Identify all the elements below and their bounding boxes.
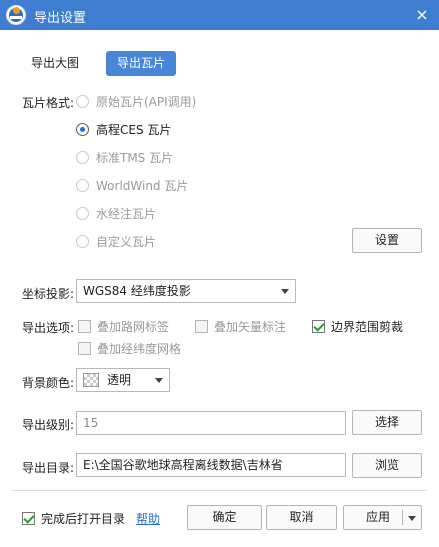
tab-export-map[interactable]: 导出大图: [22, 51, 88, 76]
projection-value: WGS84 经纬度投影: [83, 284, 191, 298]
browse-button[interactable]: 浏览: [352, 453, 422, 478]
export-level-label: 导出级别:: [22, 418, 75, 432]
checkbox-icon: [22, 511, 35, 525]
radio-label: WorldWind 瓦片: [96, 178, 189, 193]
radio-label: 原始瓦片(API调用): [96, 94, 197, 109]
radio-ces-tiles[interactable]: 高程CES 瓦片: [76, 120, 171, 138]
radio-shuijingzhu-tiles[interactable]: 水经注瓦片: [76, 204, 156, 222]
radio-label: 自定义瓦片: [96, 234, 157, 249]
title-bar: 导出设置 ×: [0, 0, 439, 30]
radio-raw-tiles[interactable]: 原始瓦片(API调用): [76, 92, 196, 110]
radio-icon: [76, 150, 89, 164]
radio-label: 高程CES 瓦片: [96, 122, 172, 137]
select-level-button[interactable]: 选择: [352, 410, 422, 435]
chevron-down-icon[interactable]: [408, 516, 416, 521]
ok-button[interactable]: 确定: [187, 505, 262, 530]
split-separator: [402, 510, 403, 525]
radio-icon: [76, 234, 89, 248]
help-link[interactable]: 帮助: [136, 510, 160, 527]
checkbox-label: 叠加矢量标注: [214, 319, 287, 334]
checkbox-label: 完成后打开目录: [41, 511, 126, 526]
apply-label: 应用: [366, 510, 391, 524]
tile-format-label: 瓦片格式:: [22, 96, 75, 110]
checkbox-icon: [78, 341, 91, 355]
settings-button[interactable]: 设置: [352, 228, 422, 253]
radio-custom-tiles[interactable]: 自定义瓦片: [76, 232, 156, 250]
chevron-down-icon: [155, 378, 163, 383]
checkbox-label: 叠加路网标签: [97, 319, 170, 334]
radio-worldwind-tiles[interactable]: WorldWind 瓦片: [76, 176, 188, 194]
apply-button[interactable]: 应用: [343, 505, 422, 530]
chevron-down-icon: [281, 289, 289, 294]
cancel-button[interactable]: 取消: [266, 505, 337, 530]
app-logo-icon: [6, 5, 26, 25]
background-color-label: 背景颜色:: [22, 376, 75, 390]
radio-label: 水经注瓦片: [96, 206, 157, 221]
checkbox-icon: [195, 319, 208, 333]
background-color-select[interactable]: 透明: [76, 368, 170, 392]
background-color-value: 透明: [107, 373, 132, 387]
projection-select[interactable]: WGS84 经纬度投影: [76, 279, 296, 303]
close-icon[interactable]: ×: [413, 6, 431, 24]
radio-icon: [76, 206, 89, 220]
export-level-input[interactable]: 15: [76, 411, 346, 435]
checkbox-icon: [78, 319, 91, 333]
checkbox-road-labels[interactable]: 叠加路网标签: [78, 318, 169, 334]
export-directory-input[interactable]: E:\全国谷歌地球高程离线数据\吉林省: [76, 453, 346, 477]
checkbox-label: 边界范围剪裁: [331, 319, 404, 334]
radio-icon: [76, 94, 89, 108]
checkbox-icon: [312, 319, 325, 333]
checkbox-vector-labels[interactable]: 叠加矢量标注: [195, 318, 286, 334]
projection-label: 坐标投影:: [22, 287, 75, 301]
checkbox-open-after-finish[interactable]: 完成后打开目录: [22, 510, 125, 526]
radio-icon: [76, 178, 89, 192]
transparent-swatch-icon: [83, 373, 99, 387]
radio-tms-tiles[interactable]: 标准TMS 瓦片: [76, 148, 173, 166]
window-title: 导出设置: [34, 11, 87, 26]
tab-export-tiles[interactable]: 导出瓦片: [106, 51, 176, 76]
radio-label: 标准TMS 瓦片: [96, 150, 174, 165]
checkbox-label: 叠加经纬度网格: [97, 341, 182, 356]
checkbox-latlon-grid[interactable]: 叠加经纬度网格: [78, 340, 181, 356]
checkbox-boundary-clip[interactable]: 边界范围剪裁: [312, 318, 403, 334]
radio-icon: [76, 122, 89, 136]
export-directory-label: 导出目录:: [22, 461, 75, 475]
export-options-label: 导出选项:: [22, 321, 75, 335]
footer-divider: [12, 490, 427, 491]
